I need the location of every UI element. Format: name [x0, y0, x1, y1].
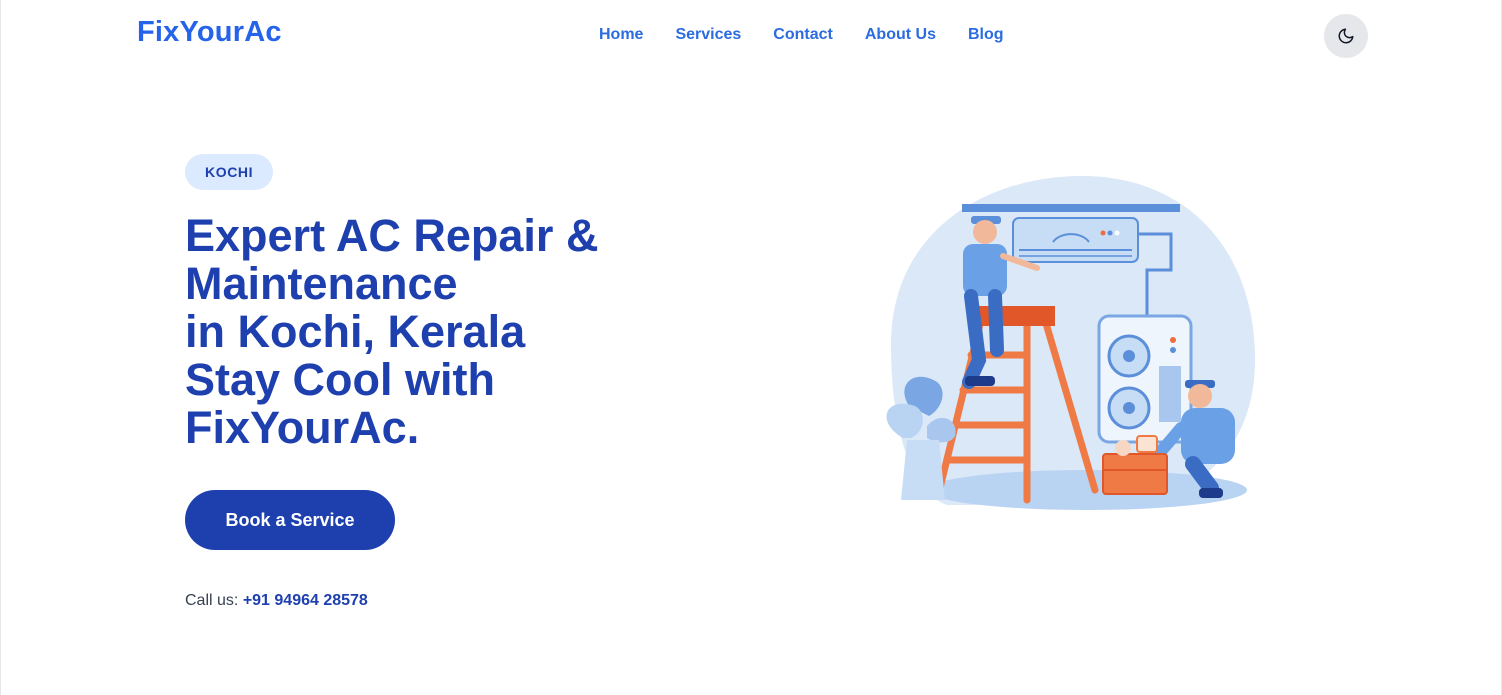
hero-title: Expert AC Repair & Maintenance in Kochi,…: [185, 212, 745, 452]
main-nav: Home Services Contact About Us Blog: [599, 26, 1004, 44]
hero-title-line: Maintenance: [185, 258, 458, 309]
nav-link-contact[interactable]: Contact: [773, 26, 833, 44]
moon-icon: [1338, 28, 1354, 44]
hero-title-line: Stay Cool with: [185, 354, 496, 405]
call-us-label: Call us:: [185, 592, 239, 609]
site-header: FixYourAc Home Services Contact About Us…: [1, 0, 1501, 72]
wall-rail: [962, 204, 1180, 212]
nav-link-blog[interactable]: Blog: [968, 26, 1004, 44]
ac-repair-illustration: [886, 176, 1255, 510]
call-us-line: Call us: +91 94964 28578: [185, 592, 368, 610]
theme-toggle-button[interactable]: [1324, 14, 1368, 58]
toolbox: [1102, 453, 1168, 495]
nav-link-home[interactable]: Home: [599, 26, 643, 44]
book-service-button[interactable]: Book a Service: [185, 490, 395, 550]
nav-link-about-us[interactable]: About Us: [865, 26, 936, 44]
hero-title-line: in Kochi, Kerala: [185, 306, 526, 357]
location-badge: KOCHI: [185, 154, 274, 190]
phone-link[interactable]: +91 94964 28578: [243, 592, 368, 609]
page: FixYourAc Home Services Contact About Us…: [0, 0, 1502, 695]
hero-title-line: FixYourAc.: [185, 402, 420, 453]
nav-link-services[interactable]: Services: [675, 26, 741, 44]
site-logo[interactable]: FixYourAc: [137, 16, 282, 49]
hero-title-line: Expert AC Repair &: [185, 210, 599, 261]
